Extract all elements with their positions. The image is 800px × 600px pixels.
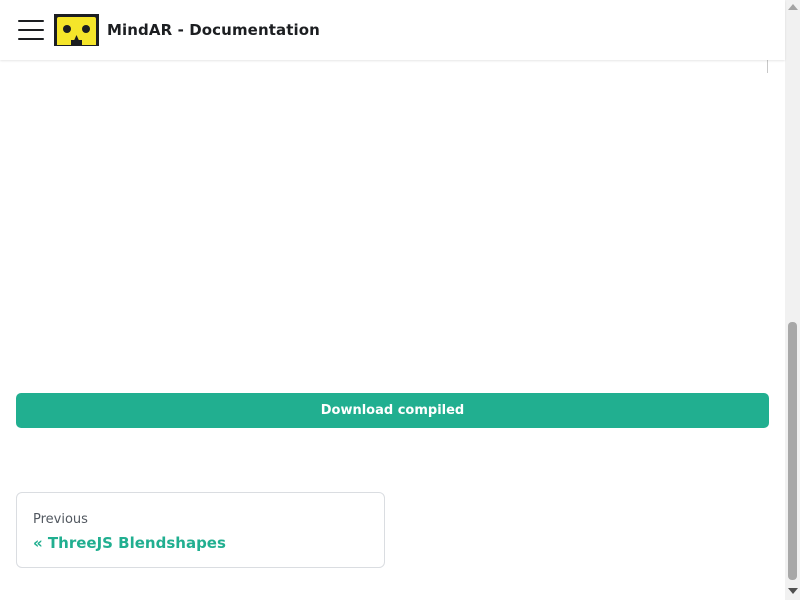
pagination-sublabel: Previous <box>33 512 88 527</box>
site-title: MindAR - Documentation <box>107 21 320 39</box>
top-navbar: MindAR - Documentation <box>0 0 785 60</box>
brand-link[interactable]: MindAR - Documentation <box>54 14 320 46</box>
scrollbar-thumb[interactable] <box>788 322 797 580</box>
scroll-down-arrow-icon[interactable] <box>788 588 798 594</box>
hamburger-line <box>18 29 44 31</box>
hamburger-line <box>18 20 44 22</box>
vr-headset-logo-icon <box>54 14 99 46</box>
pagination-previous-link[interactable]: Previous « ThreeJS Blendshapes <box>16 492 385 568</box>
page: MindAR - Documentation Download compiled… <box>0 0 800 600</box>
pagination-label: « ThreeJS Blendshapes <box>33 534 226 552</box>
scroll-up-arrow-icon[interactable] <box>788 4 798 10</box>
embedded-frame-scroll-edge <box>767 60 768 73</box>
hamburger-menu-icon[interactable] <box>18 18 44 42</box>
hamburger-line <box>18 38 44 40</box>
page-scrollbar[interactable] <box>785 0 800 600</box>
download-compiled-button[interactable]: Download compiled <box>16 393 769 428</box>
embedded-demo-frame[interactable] <box>16 60 769 370</box>
